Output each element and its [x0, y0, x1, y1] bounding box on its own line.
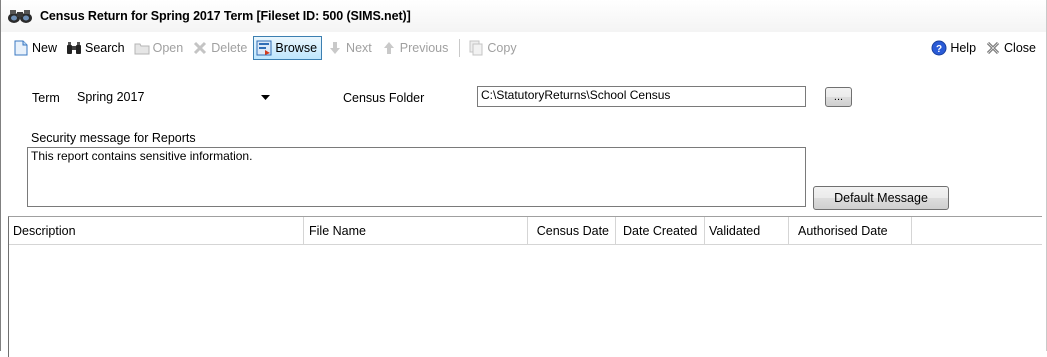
column-header-filler: [912, 217, 1042, 244]
column-header-validated[interactable]: Validated: [705, 217, 789, 244]
toolbar: New Search Open Delete Browse Next Previ…: [1, 34, 1046, 62]
security-message-label: Security message for Reports: [31, 131, 196, 145]
default-message-label: Default Message: [834, 191, 928, 205]
toolbar-separator: [459, 39, 461, 57]
chevron-down-icon[interactable]: [258, 94, 272, 100]
new-button[interactable]: New: [10, 37, 61, 59]
next-label: Next: [346, 41, 372, 55]
security-message-value: This report contains sensitive informati…: [31, 149, 253, 163]
term-value: Spring 2017: [77, 90, 145, 104]
browse-label: Browse: [275, 41, 318, 55]
binoculars-search-icon: [66, 40, 82, 56]
delete-button[interactable]: Delete: [189, 37, 251, 59]
column-header-file-name[interactable]: File Name: [304, 217, 528, 244]
term-label: Term: [32, 91, 60, 105]
census-return-window: Census Return for Spring 2017 Term [File…: [0, 0, 1047, 357]
search-button[interactable]: Search: [63, 37, 129, 59]
census-folder-field[interactable]: C:\StatutoryReturns\School Census: [477, 86, 806, 107]
toolbar-right: ? Help Close: [928, 37, 1042, 59]
help-button[interactable]: ? Help: [928, 37, 980, 59]
arrow-down-icon: [327, 40, 343, 56]
svg-text:?: ?: [936, 44, 942, 55]
term-dropdown[interactable]: Spring 2017: [72, 88, 272, 106]
column-header-authorised-date[interactable]: Authorised Date: [789, 217, 912, 244]
default-message-button[interactable]: Default Message: [813, 186, 949, 210]
search-label: Search: [85, 41, 125, 55]
next-button[interactable]: Next: [324, 37, 376, 59]
column-header-census-date[interactable]: Census Date: [528, 217, 616, 244]
census-folder-value: C:\StatutoryReturns\School Census: [481, 88, 671, 102]
window-title: Census Return for Spring 2017 Term [File…: [40, 9, 411, 23]
close-label: Close: [1004, 41, 1036, 55]
census-folder-label: Census Folder: [343, 91, 425, 105]
copy-label: Copy: [487, 41, 517, 55]
close-button[interactable]: Close: [982, 37, 1040, 59]
browse-button[interactable]: Browse: [253, 36, 323, 60]
title-bar: Census Return for Spring 2017 Term [File…: [1, 0, 1046, 32]
new-label: New: [32, 41, 58, 55]
open-folder-icon: [134, 40, 150, 56]
copy-button[interactable]: Copy: [465, 37, 520, 59]
column-header-date-created[interactable]: Date Created: [616, 217, 705, 244]
security-message-field[interactable]: This report contains sensitive informati…: [27, 147, 806, 207]
delete-label: Delete: [211, 41, 248, 55]
previous-label: Previous: [399, 41, 449, 55]
close-icon: [985, 40, 1001, 56]
table-body: [9, 245, 1042, 357]
browse-icon: [256, 40, 272, 56]
open-label: Open: [152, 41, 184, 55]
column-header-description[interactable]: Description: [9, 217, 304, 244]
arrow-up-icon: [381, 40, 397, 56]
open-button[interactable]: Open: [131, 37, 188, 59]
copy-icon: [468, 40, 484, 56]
browse-folder-button[interactable]: ...: [825, 87, 852, 107]
help-label: Help: [950, 41, 977, 55]
browse-folder-label: ...: [833, 91, 844, 103]
binoculars-icon: [6, 5, 36, 27]
previous-button[interactable]: Previous: [378, 37, 453, 59]
table-header: Description File Name Census Date Date C…: [9, 217, 1042, 245]
new-document-icon: [13, 40, 29, 56]
help-icon: ?: [931, 40, 947, 56]
delete-icon: [192, 40, 208, 56]
census-returns-table: Description File Name Census Date Date C…: [8, 216, 1042, 357]
